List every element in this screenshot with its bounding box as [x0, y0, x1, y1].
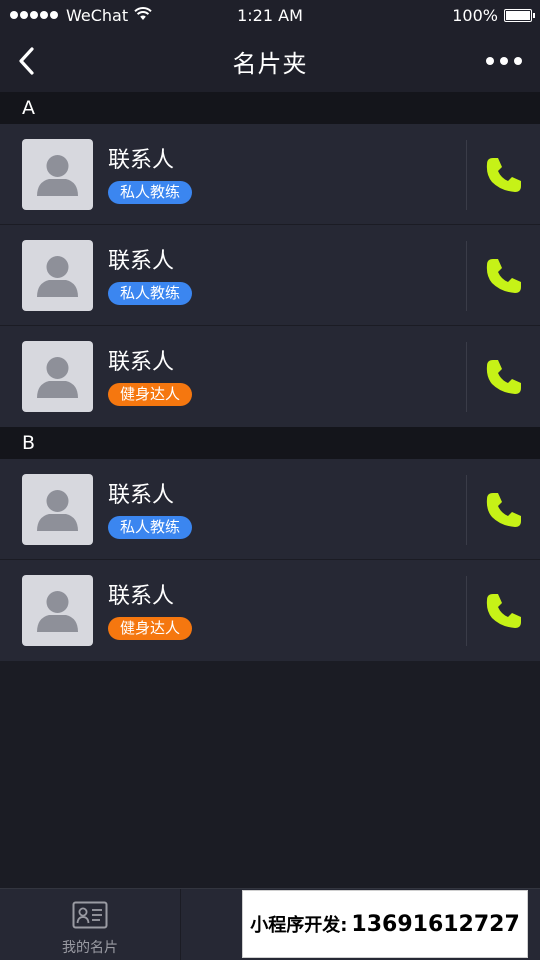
back-button[interactable] [12, 44, 42, 78]
promo-banner: 小程序开发: 13691612727 [242, 890, 528, 958]
avatar [22, 240, 93, 311]
promo-label: 小程序开发: [250, 915, 348, 936]
status-left: WeChat [10, 0, 152, 30]
tab-label: 我的名片 [62, 940, 118, 956]
contact-name: 联系人 [108, 483, 175, 508]
tab-my-card[interactable]: 我的名片 [0, 889, 180, 960]
status-bar: WeChat 1:21 AM 100% [0, 0, 540, 30]
row-divider [466, 140, 467, 210]
contact-row[interactable]: 联系人 私人教练 [0, 124, 540, 225]
row-divider [466, 576, 467, 646]
call-button[interactable] [478, 352, 530, 402]
contact-name: 联系人 [108, 148, 175, 173]
page-title: 名片夹 [232, 49, 308, 78]
avatar [22, 474, 93, 545]
person-placeholder-icon [37, 490, 78, 531]
battery-percent: 100% [452, 5, 498, 25]
contact-tag: 健身达人 [108, 383, 193, 406]
more-dots-icon [486, 57, 494, 65]
contact-tag: 私人教练 [108, 516, 193, 539]
promo-phone-number: 13691612727 [351, 911, 520, 937]
phone-icon [486, 360, 521, 394]
contact-name: 联系人 [108, 249, 175, 274]
call-button[interactable] [478, 485, 530, 535]
battery-icon [504, 8, 535, 22]
contact-tag: 私人教练 [108, 181, 193, 204]
phone-icon [486, 259, 521, 293]
contact-tag: 健身达人 [108, 617, 193, 640]
chevron-left-icon [19, 47, 34, 75]
contact-name: 联系人 [108, 584, 175, 609]
contact-tag: 私人教练 [108, 282, 193, 305]
row-divider [466, 241, 467, 311]
signal-strength-icon [10, 11, 60, 19]
tab-divider [180, 889, 181, 960]
nav-bar: 名片夹 [0, 30, 540, 92]
person-placeholder-icon [37, 357, 78, 398]
business-card-icon [72, 901, 108, 933]
call-button[interactable] [478, 150, 530, 200]
person-placeholder-icon [37, 591, 78, 632]
contact-list: A 联系人 私人教练 联系人 私人教练 联系人 健身达人 B 联系人 私人教练 … [0, 92, 540, 661]
row-divider [466, 342, 467, 412]
status-right: 100% [452, 0, 535, 30]
contact-row[interactable]: 联系人 私人教练 [0, 225, 540, 326]
phone-icon [486, 594, 521, 628]
more-button[interactable] [486, 48, 522, 74]
section-header-b: B [0, 427, 540, 459]
contact-row[interactable]: 联系人 私人教练 [0, 459, 540, 560]
contact-row[interactable]: 联系人 健身达人 [0, 326, 540, 427]
avatar [22, 575, 93, 646]
avatar [22, 139, 93, 210]
phone-icon [486, 158, 521, 192]
call-button[interactable] [478, 586, 530, 636]
row-divider [466, 475, 467, 545]
person-placeholder-icon [37, 155, 78, 196]
avatar [22, 341, 93, 412]
section-header-a: A [0, 92, 540, 124]
contact-name: 联系人 [108, 350, 175, 375]
carrier-label: WeChat [66, 5, 129, 25]
call-button[interactable] [478, 251, 530, 301]
contact-row[interactable]: 联系人 健身达人 [0, 560, 540, 661]
phone-icon [486, 493, 521, 527]
person-placeholder-icon [37, 256, 78, 297]
screen: WeChat 1:21 AM 100% 名片夹 A 联系人 私人教练 联系人 私… [0, 0, 540, 960]
wifi-icon [134, 6, 152, 25]
